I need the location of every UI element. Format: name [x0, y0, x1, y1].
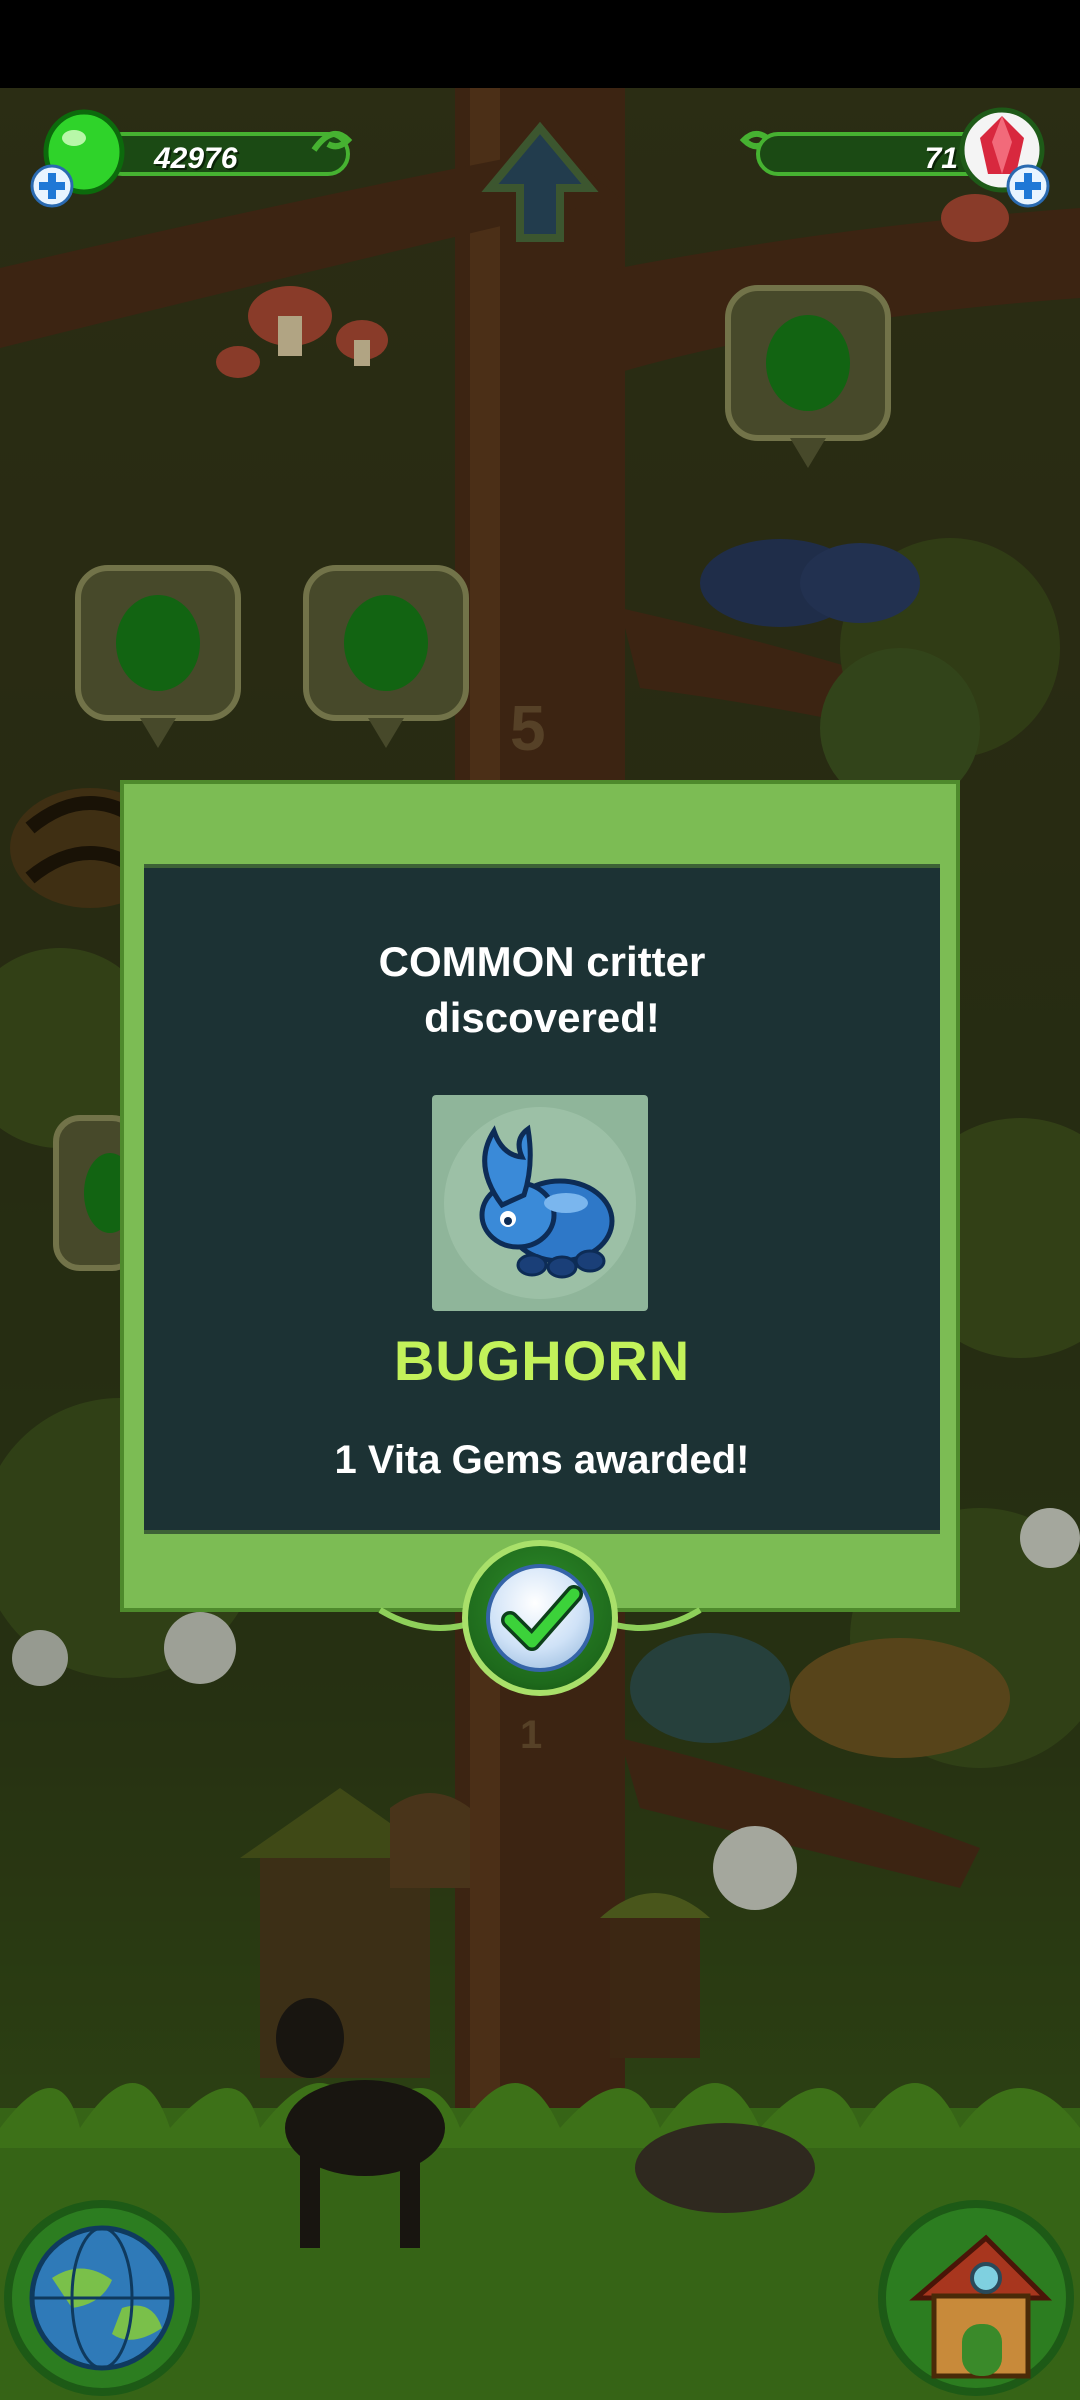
house-icon	[909, 2234, 1053, 2379]
award-text: 1 Vita Gems awarded!	[334, 1438, 750, 1482]
world-map-button[interactable]	[4, 2200, 200, 2396]
dialog-panel: COMMON critter discovered! BUGHORN 1 Vit…	[144, 864, 940, 1534]
slime-counter[interactable]: 42976	[30, 109, 353, 208]
up-arrow-button[interactable]	[478, 120, 602, 240]
critter-portrait	[432, 1095, 648, 1311]
confirm-button[interactable]	[462, 1540, 618, 1696]
gem-counter[interactable]: 71	[736, 107, 1056, 208]
critter-name: BUGHORN	[393, 1329, 691, 1392]
dialog-headline: COMMON critter discovered!	[144, 934, 940, 1046]
checkmark-icon	[501, 1585, 583, 1651]
bughorn-beetle-icon	[444, 1107, 636, 1299]
critter-discovered-dialog: COMMON critter discovered! BUGHORN 1 Vit…	[120, 780, 960, 1612]
globe-icon	[29, 2225, 175, 2371]
headline-line-2: discovered!	[424, 994, 660, 1041]
gem-count: 71	[924, 142, 958, 175]
vine-ornament-icon	[311, 130, 353, 152]
slime-count: 42976	[154, 142, 238, 175]
home-button[interactable]	[878, 2200, 1074, 2396]
status-bar	[0, 0, 1080, 88]
confirm-button-face	[486, 1564, 594, 1672]
add-slime-plus-icon[interactable]	[30, 164, 74, 208]
headline-line-1: COMMON critter	[378, 938, 706, 985]
add-gem-plus-icon[interactable]	[1006, 164, 1050, 208]
